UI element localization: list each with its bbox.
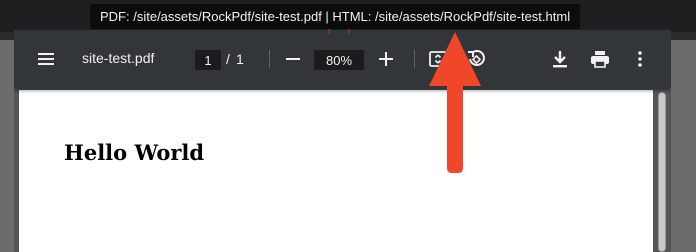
zoom-in-button[interactable] [375, 47, 397, 71]
print-button[interactable] [588, 48, 612, 70]
menu-icon[interactable] [34, 47, 58, 71]
page-heading: Hello World [64, 140, 205, 165]
zoom-out-button[interactable] [282, 47, 304, 71]
right-gutter [671, 40, 696, 252]
annotation-arrow [429, 32, 481, 173]
download-icon [553, 51, 567, 68]
page-number-input[interactable] [195, 50, 221, 70]
pdf-page: Hello World [19, 90, 653, 252]
toolbar-divider [414, 50, 415, 68]
more-options-button[interactable] [630, 48, 650, 70]
pdf-viewer: site-test.pdf / 1 [14, 30, 671, 252]
page-total: 1 [236, 51, 244, 67]
scrollbar-thumb[interactable] [658, 92, 666, 252]
left-gutter [0, 40, 14, 252]
download-button[interactable] [549, 48, 571, 70]
plus-icon [379, 52, 393, 66]
pdf-toolbar: site-test.pdf / 1 [14, 30, 671, 88]
document-title: site-test.pdf [82, 50, 155, 66]
minus-icon [286, 58, 300, 60]
page-separator: / [226, 51, 230, 67]
url-tooltip: PDF: /site/assets/RockPdf/site-test.pdf … [90, 4, 581, 29]
zoom-level-input[interactable] [314, 50, 364, 70]
toolbar-divider [269, 50, 270, 68]
more-vert-icon [638, 51, 642, 67]
print-icon [591, 51, 609, 68]
